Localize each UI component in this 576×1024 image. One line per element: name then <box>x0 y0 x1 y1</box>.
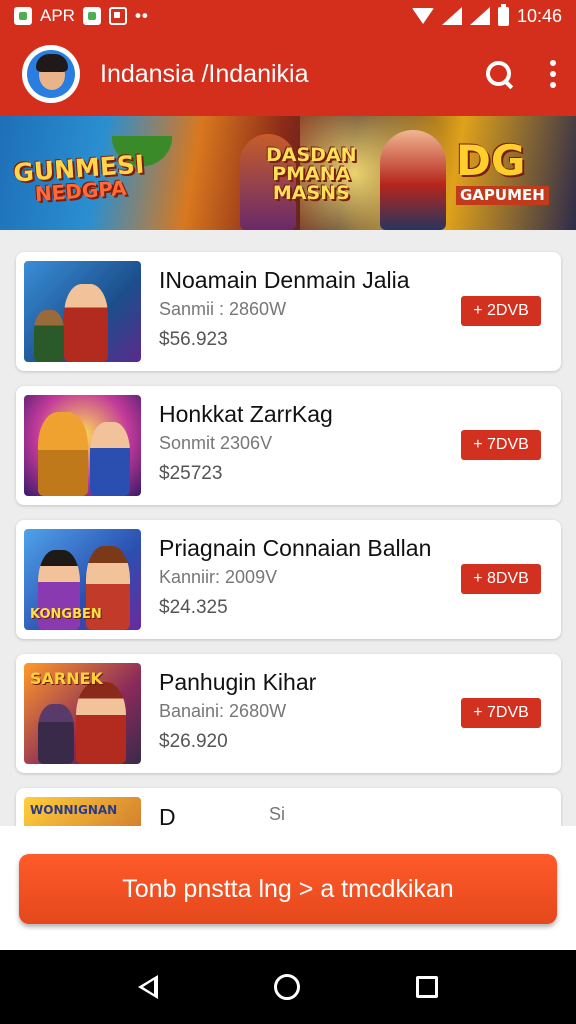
game-thumbnail <box>24 395 141 496</box>
game-thumbnail <box>24 261 141 362</box>
item-meta: Sanmii : 2860W <box>159 299 287 319</box>
thumbnail-character <box>76 682 126 764</box>
status-bar: APR •• 10:46 <box>0 0 576 32</box>
add-button[interactable]: + 8DVB <box>461 564 541 594</box>
news-icon <box>108 7 127 25</box>
item-meta: Banaini: 2680W <box>159 701 287 721</box>
thumbnail-logo-text: SARNEK <box>30 669 103 688</box>
item-title: Panhugin Kihar <box>159 669 317 695</box>
wifi-icon <box>411 8 434 24</box>
primary-action-button[interactable]: Tonb pnstta lng > a tmcdkikan <box>19 854 557 924</box>
list-item[interactable]: SARNEK Panhugin Kihar Banaini: 2680W $26… <box>16 654 561 773</box>
back-icon[interactable] <box>138 975 158 999</box>
banner-logo-left: GUNMESI NEDGPA <box>12 149 147 206</box>
battery-icon <box>497 3 509 26</box>
game-thumbnail: KONGBEN <box>24 529 141 630</box>
more-notifications-indicator: •• <box>134 6 149 25</box>
item-title: INoamain Denmain Jalia <box>159 267 410 293</box>
app-title: Indansia /Indanikia <box>100 59 309 88</box>
add-button[interactable]: + 7DVB <box>461 698 541 728</box>
recents-icon[interactable] <box>416 976 438 998</box>
status-left: APR •• <box>14 6 149 26</box>
banner-character-boy <box>380 130 446 230</box>
bottom-action-area: Tonb pnstta lng > a tmcdkikan <box>0 826 576 950</box>
thumbnail-character-2 <box>38 704 74 764</box>
item-price: $56.923 <box>159 329 228 350</box>
home-icon[interactable] <box>274 974 300 1000</box>
game-thumbnail: SARNEK <box>24 663 141 764</box>
item-meta: Si <box>269 804 286 824</box>
banner-logo-middle-line3: MASNS <box>272 182 350 204</box>
avatar[interactable] <box>22 45 80 103</box>
thumbnail-logo-text: KONGBEN <box>30 607 102 622</box>
banner-logo-middle: DASDAN PMANA MASNS <box>266 146 357 203</box>
status-label: APR <box>40 6 75 25</box>
search-icon[interactable] <box>484 59 514 89</box>
status-right: 10:46 <box>411 3 562 27</box>
thumbnail-logo-text: WONNIGNAN <box>30 803 118 817</box>
item-meta: Sonmit 2306V <box>159 433 273 453</box>
photo-icon <box>14 7 32 25</box>
system-navigation-bar <box>0 950 576 1024</box>
clock: 10:46 <box>516 5 562 26</box>
app-notification-icon <box>82 7 101 25</box>
item-title: Priagnain Connaian Ballan <box>159 535 432 561</box>
signal-icon-2 <box>469 7 490 25</box>
avatar-hair <box>36 54 68 72</box>
signal-icon <box>441 7 462 25</box>
app-bar: Indansia /Indanikia <box>0 32 576 116</box>
game-list: INoamain Denmain Jalia Sanmii : 2860W $5… <box>16 252 561 898</box>
item-title: Honkkat ZarrKag <box>159 401 333 427</box>
item-price: $25723 <box>159 463 223 484</box>
list-item[interactable]: Honkkat ZarrKag Sonmit 2306V $25723 + 7D… <box>16 386 561 505</box>
list-item[interactable]: INoamain Denmain Jalia Sanmii : 2860W $5… <box>16 252 561 371</box>
thumbnail-character <box>64 284 108 362</box>
add-button[interactable]: + 7DVB <box>461 430 541 460</box>
item-meta: Kanniir: 2009V <box>159 567 278 587</box>
banner-logo-right-line1: DG <box>456 136 526 185</box>
app-actions <box>484 59 556 89</box>
item-price: $26.920 <box>159 731 228 752</box>
banner-logo-right: DG GAPUMEH <box>456 140 549 205</box>
thumbnail-character-2 <box>90 422 130 496</box>
screen: APR •• 10:46 Indansia /Indanikia GUNMESI… <box>0 0 576 1024</box>
item-price: $24.325 <box>159 597 228 618</box>
add-button[interactable]: + 2DVB <box>461 296 541 326</box>
thumbnail-character-2 <box>34 310 64 362</box>
thumbnail-character <box>38 412 88 496</box>
more-icon[interactable] <box>550 60 556 88</box>
banner-logo-right-line2: GAPUMEH <box>456 186 549 205</box>
list-item[interactable]: KONGBEN Priagnain Connaian Ballan Kannii… <box>16 520 561 639</box>
promo-banner[interactable]: GUNMESI NEDGPA DASDAN PMANA MASNS DG GAP… <box>0 116 576 230</box>
